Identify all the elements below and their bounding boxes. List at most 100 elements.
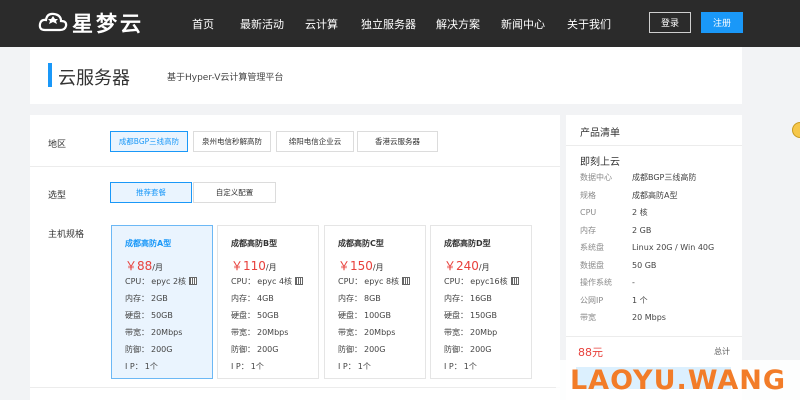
region-option[interactable]: 成都BGP三线高防	[110, 131, 188, 152]
spec-key: 硬盘：	[444, 311, 468, 320]
plan-spec-mem: 内存： 2GB	[125, 293, 168, 304]
summary-row: 规格 成都高防A型	[580, 190, 677, 201]
spec-key: 内存：	[338, 294, 362, 303]
nav-solutions[interactable]: 解决方案	[436, 16, 480, 32]
spec-value: 1个	[357, 362, 371, 371]
plan-card[interactable]: 成都高防D型 ￥240/月 CPU： epyc16核 内存： 16GB 硬盘： 150GB 带宽…	[430, 225, 532, 379]
spec-key: 带宽：	[231, 328, 255, 337]
spec-value: 200G	[151, 345, 173, 354]
summary-row: 内存 2 GB	[580, 225, 651, 236]
plan-spec-cpu: CPU： epyc16核	[444, 276, 519, 287]
summary-value: 1 个	[632, 295, 648, 305]
cloud-logo-icon	[38, 12, 68, 32]
summary-key: 系统盘	[580, 243, 604, 252]
spec-key: CPU：	[338, 277, 363, 286]
config-panel: 地区 成都BGP三线高防 泉州电信秒解高防 绵阳电信企业云 香港云服务器 选型 …	[30, 115, 560, 400]
spec-key: I P：	[125, 362, 143, 371]
spec-key: 带宽：	[338, 328, 362, 337]
spec-key: 防御：	[444, 345, 468, 354]
spec-value: 150GB	[470, 311, 497, 320]
spec-value: 20Mbp	[470, 328, 498, 337]
spec-value: 200G	[470, 345, 492, 354]
spec-key: CPU：	[125, 277, 150, 286]
chat-bubble-icon[interactable]	[792, 122, 800, 138]
spec-key: 硬盘：	[231, 311, 255, 320]
plan-spec-bw: 带宽： 20Mbp	[444, 327, 497, 338]
plan-spec-ip: I P： 1个	[231, 361, 264, 372]
summary-key: 内存	[580, 225, 596, 235]
spec-key: I P：	[338, 362, 356, 371]
summary-row: 数据盘 50 GB	[580, 260, 656, 271]
spec-value: 200G	[257, 345, 279, 354]
plan-spec-disk: 硬盘： 100GB	[338, 310, 391, 321]
spec-key: 防御：	[231, 345, 255, 354]
plan-spec-ddos: 防御： 200G	[125, 344, 172, 355]
nav-news-center[interactable]: 新闻中心	[501, 16, 545, 32]
summary-heading: 产品清单	[580, 128, 620, 139]
summary-value: 50 GB	[632, 260, 657, 270]
nav-dedicated-servers[interactable]: 独立服务器	[361, 16, 416, 32]
spec-key: CPU：	[231, 277, 256, 286]
spec-key: 硬盘：	[338, 311, 362, 320]
plan-price-amount: ￥240	[444, 259, 479, 273]
plan-name: 成都高防B型	[231, 239, 278, 248]
title-accent-bar	[48, 63, 52, 87]
type-option[interactable]: 自定义配置	[193, 182, 276, 203]
brand-name: 星梦云	[72, 11, 144, 36]
login-button[interactable]: 登录	[649, 12, 691, 33]
spec-key: I P：	[444, 362, 462, 371]
type-option[interactable]: 推荐套餐	[110, 182, 192, 203]
nav-about-us[interactable]: 关于我们	[567, 16, 611, 32]
brand-logo[interactable]: 星梦云	[38, 9, 144, 37]
type-label: 选型	[48, 191, 67, 201]
summary-value: Linux 20G / Win 40G	[632, 243, 715, 252]
spec-key: 带宽：	[444, 328, 468, 337]
plan-spec-ip: I P： 1个	[338, 361, 371, 372]
plan-card[interactable]: 成都高防C型 ￥150/月 CPU： epyc 8核 内存： 8GB 硬盘： 100GB 带宽：…	[324, 225, 426, 379]
plan-spec-disk: 硬盘： 50GB	[125, 310, 173, 321]
plan-spec-ddos: 防御： 200G	[231, 344, 278, 355]
spec-key: 带宽：	[125, 328, 149, 337]
summary-value: 2 核	[632, 208, 648, 217]
plan-spec-ip: I P： 1个	[444, 361, 477, 372]
plan-card[interactable]: 成都高防A型 ￥88/月 CPU： epyc 2核 内存： 2GB 硬盘： 50GB 带宽： 20…	[111, 225, 213, 379]
summary-subheading: 即刻上云	[580, 157, 620, 168]
plan-price-unit: /月	[152, 263, 163, 272]
spec-key: CPU：	[444, 277, 469, 286]
nav-cloud-computing[interactable]: 云计算	[305, 16, 338, 32]
region-option[interactable]: 绵阳电信企业云	[276, 131, 354, 152]
spec-value: 1个	[463, 362, 477, 371]
plan-price-unit: /月	[478, 263, 490, 272]
summary-key: 数据中心	[580, 173, 612, 182]
spec-key: 硬盘：	[125, 311, 149, 320]
summary-value: 成都高防A型	[632, 190, 678, 200]
plan-spec-ip: I P： 1个	[125, 361, 158, 372]
cpu-chip-icon	[402, 277, 411, 285]
plan-spec-bw: 带宽： 20Mbps	[125, 327, 182, 338]
plan-card[interactable]: 成都高防B型 ￥110/月 CPU： epyc 4核 内存： 4GB 硬盘： 50GB 带宽： 2…	[217, 225, 319, 379]
plan-price-amount: ￥150	[338, 259, 373, 273]
plan-spec-disk: 硬盘： 150GB	[444, 310, 497, 321]
summary-row: 操作系统 -	[580, 277, 635, 288]
nav-latest-events[interactable]: 最新活动	[240, 16, 284, 32]
region-option[interactable]: 香港云服务器	[357, 131, 438, 152]
nav-home[interactable]: 首页	[192, 16, 214, 32]
plan-price: ￥150/月	[338, 257, 384, 274]
divider	[566, 336, 742, 337]
region-option[interactable]: 泉州电信秒解高防	[193, 131, 271, 152]
plan-spec-cpu: CPU： epyc 4核	[231, 276, 304, 287]
summary-row: 系统盘 Linux 20G / Win 40G	[580, 242, 714, 253]
spec-value: 20Mbps	[151, 328, 183, 337]
spec-value: 1个	[250, 362, 264, 371]
plan-spec-cpu: CPU： epyc 2核	[125, 276, 198, 287]
plan-price: ￥88/月	[125, 257, 163, 274]
page-header: 云服务器 基于Hyper-V云计算管理平台	[30, 47, 742, 104]
spec-value: 16GB	[470, 294, 492, 303]
spec-value: 50GB	[257, 311, 279, 320]
plan-spec-bw: 带宽： 20Mbps	[231, 327, 288, 338]
register-button[interactable]: 注册	[701, 12, 743, 33]
spec-value: 1个	[144, 362, 158, 371]
plan-spec-disk: 硬盘： 50GB	[231, 310, 279, 321]
summary-total-label: 总计	[714, 347, 730, 356]
summary-row: 带宽 20 Mbps	[580, 312, 666, 323]
